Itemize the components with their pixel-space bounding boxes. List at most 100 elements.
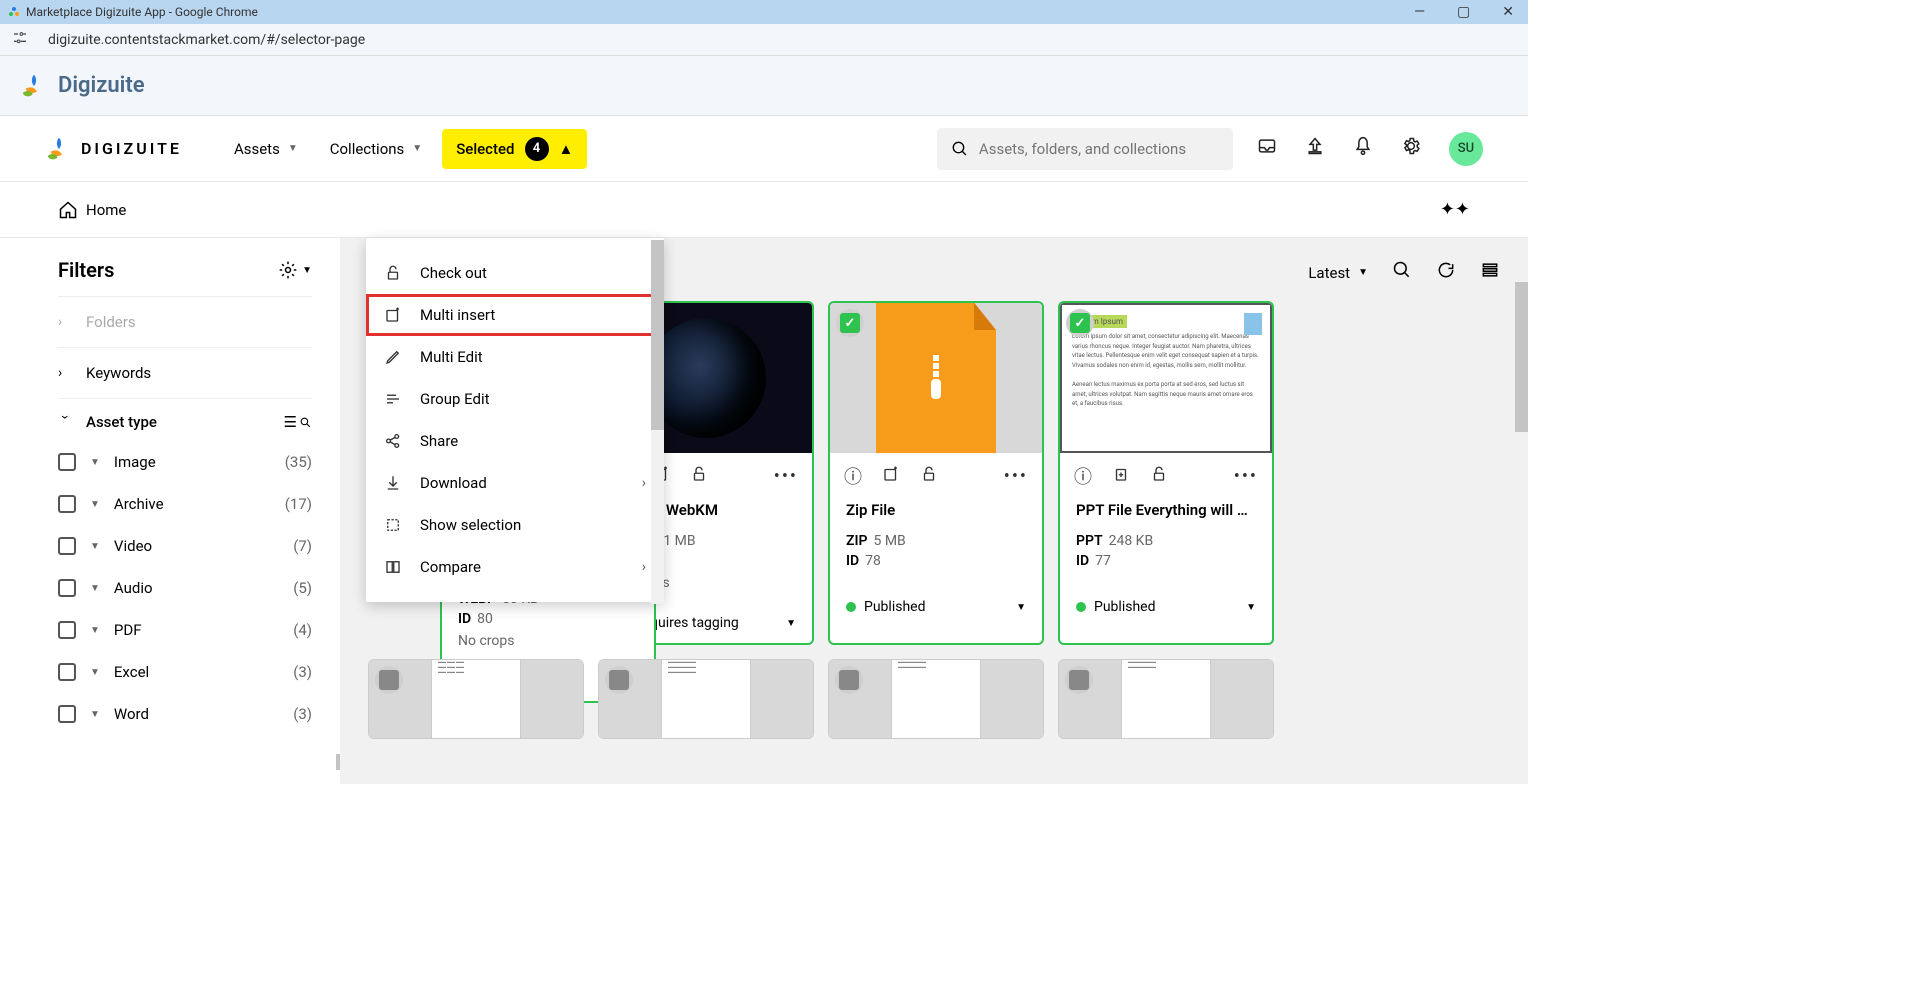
caret-down-icon[interactable]: ▼ (90, 499, 100, 510)
filter-type-row[interactable]: ▼ Word (3) (58, 693, 312, 735)
minimize-button[interactable]: — (1408, 4, 1431, 20)
caret-down-icon[interactable]: ▼ (90, 457, 100, 468)
filter-type-row[interactable]: ▼ Image (35) (58, 441, 312, 483)
select-checkbox[interactable] (1065, 666, 1093, 694)
checkbox[interactable] (58, 621, 76, 639)
select-checkbox[interactable]: ✓ (836, 309, 864, 337)
filter-type-label: Excel (114, 663, 279, 681)
insert-icon[interactable] (1112, 465, 1130, 488)
filter-type-label: Archive (114, 495, 271, 513)
menu-check-out[interactable]: Check out (366, 252, 664, 294)
url-text[interactable]: digizuite.contentstackmarket.com/#/selec… (48, 32, 365, 48)
asset-type-search-icon[interactable]: ☰ (284, 413, 312, 431)
lock-open-icon (384, 263, 402, 283)
settings-icon[interactable] (1401, 136, 1421, 161)
content: Check out Multi insert Multi Edit Group … (0, 238, 1528, 784)
filter-type-row[interactable]: ▼ Excel (3) (58, 651, 312, 693)
menu-compare[interactable]: Compare › (366, 546, 664, 588)
more-icon[interactable]: ••• (1004, 466, 1028, 487)
search-icon[interactable] (1392, 260, 1412, 285)
nav-logo[interactable]: DIGIZUITE (45, 135, 182, 163)
lock-icon[interactable] (690, 465, 708, 488)
checkbox[interactable] (58, 453, 76, 471)
inbox-icon[interactable] (1257, 136, 1277, 161)
info-icon[interactable]: ⓘ (844, 463, 862, 489)
info-icon[interactable]: ⓘ (1074, 463, 1092, 489)
site-settings-icon[interactable] (12, 30, 28, 50)
asset-card[interactable]: Lorem Ipsum▬▬▬▬▬▬▬▬▬▬▬▬▬▬ (828, 659, 1044, 739)
filter-type-label: Image (114, 453, 271, 471)
filter-type-row[interactable]: ▼ Video (7) (58, 525, 312, 567)
filter-type-row[interactable]: ▼ Audio (5) (58, 567, 312, 609)
asset-card[interactable]: ✓ Lorem Ipsum Lorem ipsum dolor sit amet… (1058, 301, 1274, 645)
filter-asset-type[interactable]: › Asset type (58, 413, 157, 431)
menu-download[interactable]: Download › (366, 462, 664, 504)
caret-up-icon: ▲ (559, 140, 574, 158)
menu-multi-edit[interactable]: Multi Edit (366, 336, 664, 378)
menu-group-edit[interactable]: Group Edit (366, 378, 664, 420)
url-bar: digizuite.contentstackmarket.com/#/selec… (0, 24, 1528, 56)
doc-thumbnail: Lorem Ipsum▬▬▬▬▬▬▬▬▬▬▬▬▬▬ (1121, 659, 1211, 739)
checkbox[interactable] (58, 663, 76, 681)
nav-selected-dropdown[interactable]: Selected 4 ▲ (442, 129, 587, 169)
filter-type-count: (4) (293, 621, 312, 639)
asset-card[interactable]: Lorem Ipsum▬▬▬▬▬▬▬▬▬▬▬▬▬▬ (1058, 659, 1274, 739)
status-dropdown[interactable]: ▼ (1016, 602, 1026, 613)
insert-icon[interactable] (882, 465, 900, 488)
caret-down-icon[interactable]: ▼ (90, 625, 100, 636)
lock-icon[interactable] (1150, 465, 1168, 488)
status-dot (846, 602, 856, 612)
search-input[interactable] (979, 140, 1219, 158)
search-box[interactable] (937, 128, 1233, 170)
caret-down-icon: ▼ (412, 143, 422, 154)
asset-card[interactable]: Lorem Ipsum▬▬ ▬▬ ▬▬▬▬ ▬▬ ▬▬▬▬ ▬▬ ▬▬ (368, 659, 584, 739)
nav-assets[interactable]: Assets ▼ (222, 132, 310, 166)
checkbox[interactable] (58, 495, 76, 513)
filter-type-label: PDF (114, 621, 279, 639)
chevron-down-icon: › (57, 415, 73, 429)
checkbox[interactable] (58, 579, 76, 597)
lock-icon[interactable] (920, 465, 938, 488)
filter-type-label: Video (114, 537, 279, 555)
caret-down-icon[interactable]: ▼ (90, 541, 100, 552)
checkbox[interactable] (58, 705, 76, 723)
status-dropdown[interactable]: ▼ (786, 618, 796, 629)
caret-down-icon[interactable]: ▼ (90, 667, 100, 678)
menu-multi-insert[interactable]: Multi insert (366, 294, 664, 336)
panel-scrollbar[interactable] (1515, 238, 1528, 784)
filter-folders[interactable]: › Folders (58, 313, 312, 331)
sparkle-icon[interactable]: ✦✦ (1440, 199, 1470, 220)
filter-type-row[interactable]: ▼ PDF (4) (58, 609, 312, 651)
select-checkbox[interactable]: ✓ (1066, 309, 1094, 337)
caret-down-icon[interactable]: ▼ (90, 583, 100, 594)
status-dropdown[interactable]: ▼ (1246, 602, 1256, 613)
filter-settings-button[interactable]: ▼ (278, 260, 312, 280)
asset-card[interactable]: ✓ ⓘ ••• Zip File ZIP5 MB ID78 (828, 301, 1044, 645)
nav-collections[interactable]: Collections ▼ (318, 132, 434, 166)
app-favicon-icon (8, 6, 20, 18)
menu-show-selection[interactable]: Show selection (366, 504, 664, 546)
checkbox[interactable] (58, 537, 76, 555)
more-icon[interactable]: ••• (1234, 466, 1258, 487)
menu-share[interactable]: Share (366, 420, 664, 462)
asset-card[interactable]: Lorem Ipsum▬▬▬▬▬▬▬▬▬▬▬▬▬▬▬▬▬▬▬▬▬ (598, 659, 814, 739)
upload-icon[interactable] (1305, 136, 1325, 161)
status-label: Published (1094, 599, 1155, 615)
select-checkbox[interactable] (835, 666, 863, 694)
filter-type-row[interactable]: ▼ Archive (17) (58, 483, 312, 525)
caret-down-icon[interactable]: ▼ (90, 709, 100, 720)
card-title: Zip File (846, 501, 1026, 519)
dropdown-scrollbar[interactable] (651, 240, 664, 604)
close-button[interactable]: ✕ (1496, 4, 1520, 20)
notifications-icon[interactable] (1353, 136, 1373, 161)
refresh-icon[interactable] (1436, 260, 1456, 285)
more-icon[interactable]: ••• (774, 466, 798, 487)
select-checkbox[interactable] (605, 666, 633, 694)
filter-keywords[interactable]: › Keywords (58, 364, 312, 382)
user-avatar[interactable]: SU (1449, 132, 1483, 166)
sort-dropdown[interactable]: Latest ▼ (1308, 264, 1368, 282)
home-link[interactable]: Home (58, 200, 126, 220)
list-view-icon[interactable] (1480, 260, 1500, 285)
maximize-button[interactable]: ▢ (1451, 4, 1476, 20)
select-checkbox[interactable] (375, 666, 403, 694)
